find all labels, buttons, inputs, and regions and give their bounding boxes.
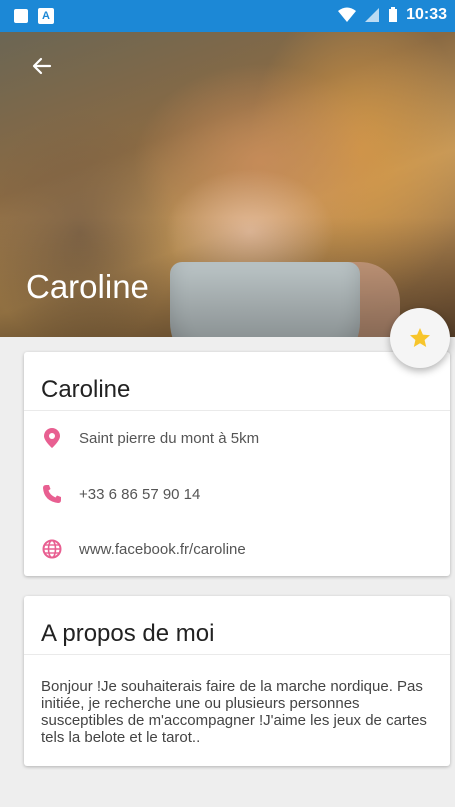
status-bar: A 10:33 bbox=[0, 0, 455, 32]
profile-card: Caroline Saint pierre du mont à 5km +33 … bbox=[24, 352, 450, 576]
phone-text: +33 6 86 57 90 14 bbox=[79, 485, 201, 503]
star-icon bbox=[410, 328, 430, 347]
location-text: Saint pierre du mont à 5km bbox=[79, 429, 260, 447]
battery-icon bbox=[389, 7, 398, 22]
back-button[interactable] bbox=[28, 52, 56, 80]
about-card: A propos de moi Bonjour !Je souhaiterais… bbox=[24, 596, 450, 766]
arrow-left-icon bbox=[32, 57, 52, 75]
signal-icon bbox=[365, 8, 380, 22]
a-notification-icon: A bbox=[38, 8, 54, 24]
location-pin-icon bbox=[41, 427, 63, 449]
divider bbox=[24, 654, 450, 655]
about-text: Bonjour !Je souhaiterais faire de la mar… bbox=[41, 678, 427, 746]
location-row[interactable]: Saint pierre du mont à 5km bbox=[41, 427, 259, 449]
status-time: 10:33 bbox=[406, 6, 447, 23]
website-text: www.facebook.fr/caroline bbox=[79, 540, 246, 558]
website-row[interactable]: www.facebook.fr/caroline bbox=[41, 538, 246, 560]
sd-card-icon bbox=[14, 9, 28, 23]
globe-icon bbox=[41, 538, 63, 560]
phone-row[interactable]: +33 6 86 57 90 14 bbox=[41, 483, 200, 505]
divider bbox=[24, 410, 450, 411]
phone-icon bbox=[41, 483, 63, 505]
header-title: Caroline bbox=[26, 268, 149, 305]
favorite-button[interactable] bbox=[390, 308, 450, 368]
about-title: A propos de moi bbox=[41, 620, 215, 647]
wifi-icon bbox=[338, 7, 357, 22]
profile-name: Caroline bbox=[41, 376, 131, 403]
